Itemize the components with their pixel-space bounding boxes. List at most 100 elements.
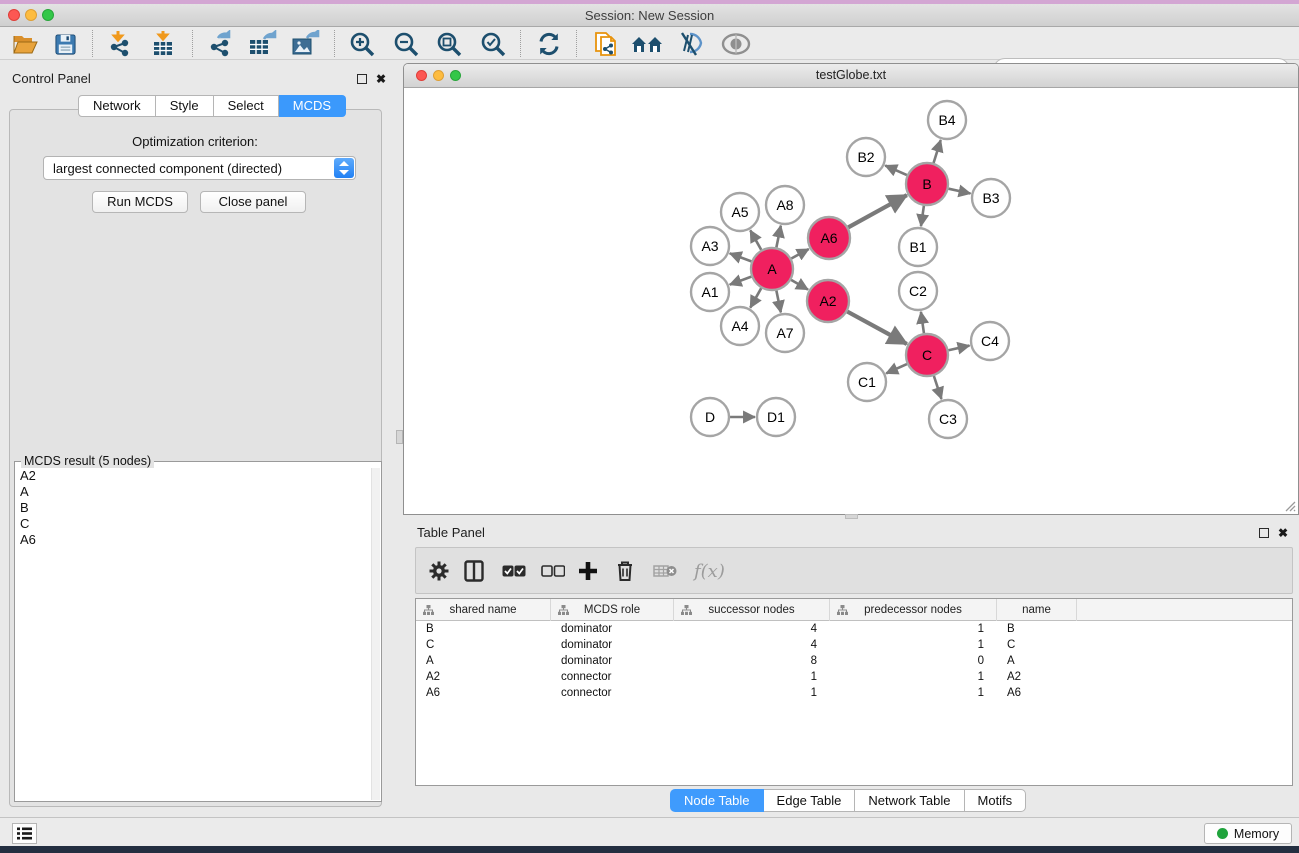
table-cell[interactable]: 8 — [674, 653, 830, 669]
table-cell[interactable]: dominator — [551, 653, 674, 669]
tab-node-table[interactable]: Node Table — [670, 789, 764, 812]
node-A[interactable]: A — [751, 248, 793, 290]
edge-B-B2[interactable] — [885, 165, 907, 175]
zoom-selected-icon[interactable] — [476, 30, 510, 58]
edge-B-B3[interactable] — [948, 189, 970, 194]
zoom-fit-icon[interactable] — [432, 30, 466, 58]
node-A8[interactable]: A8 — [766, 186, 804, 224]
table-cell[interactable]: A2 — [416, 669, 551, 685]
result-item[interactable]: A6 — [16, 532, 371, 548]
hide-annotations-icon[interactable] — [673, 30, 707, 58]
node-A2[interactable]: A2 — [807, 280, 849, 322]
tab-mcds[interactable]: MCDS — [279, 95, 346, 117]
edge-B-B4[interactable] — [934, 140, 941, 163]
table-cell[interactable]: 1 — [830, 685, 997, 701]
table-row[interactable]: Bdominator41B — [416, 621, 1292, 637]
tab-network[interactable]: Network — [78, 95, 156, 117]
node-A6[interactable]: A6 — [808, 217, 850, 259]
resize-grip-icon[interactable] — [1283, 499, 1296, 512]
edge-A2-C[interactable] — [847, 312, 906, 344]
delete-columns-icon[interactable] — [616, 557, 634, 585]
edge-A-A7[interactable] — [776, 291, 780, 313]
horizontal-splitter-handle[interactable] — [845, 514, 858, 519]
dropdown-stepper-icon[interactable] — [334, 158, 354, 178]
node-C4[interactable]: C4 — [971, 322, 1009, 360]
node-B4[interactable]: B4 — [928, 101, 966, 139]
control-panel-close-button[interactable]: ✖ — [376, 72, 386, 86]
zoom-out-icon[interactable] — [389, 30, 423, 58]
save-session-icon[interactable] — [48, 30, 82, 58]
node-B1[interactable]: B1 — [899, 228, 937, 266]
memory-button[interactable]: Memory — [1204, 823, 1292, 844]
table-cell[interactable]: 4 — [674, 621, 830, 637]
table-cell[interactable]: 4 — [674, 637, 830, 653]
edge-A-A8[interactable] — [776, 226, 780, 248]
tab-select[interactable]: Select — [214, 95, 279, 117]
column-header-shared-name[interactable]: shared name — [416, 599, 551, 621]
node-table[interactable]: shared nameMCDS rolesuccessor nodesprede… — [415, 598, 1293, 786]
table-panel-float-button[interactable] — [1259, 527, 1269, 541]
edge-B-B1[interactable] — [921, 206, 924, 226]
table-cell[interactable]: dominator — [551, 637, 674, 653]
run-mcds-button[interactable]: Run MCDS — [92, 191, 188, 213]
edge-A-A6[interactable] — [791, 249, 808, 259]
node-C2[interactable]: C2 — [899, 272, 937, 310]
export-table-icon[interactable] — [245, 30, 279, 58]
node-C3[interactable]: C3 — [929, 400, 967, 438]
export-image-icon[interactable] — [288, 30, 322, 58]
table-cell[interactable]: 0 — [830, 653, 997, 669]
result-item[interactable]: C — [16, 516, 371, 532]
column-header-MCDS-role[interactable]: MCDS role — [551, 599, 674, 621]
add-column-icon[interactable] — [578, 557, 598, 585]
unselect-all-columns-icon[interactable] — [541, 557, 565, 585]
table-cell[interactable]: 1 — [674, 669, 830, 685]
import-network-icon[interactable] — [103, 30, 137, 58]
function-builder-icon[interactable]: f(x) — [694, 557, 725, 585]
network-graph[interactable]: B4B2BB3A8A5A6A3B1AA1C2A2A4A7C4CC1C3DD1 — [404, 88, 1298, 514]
table-cell[interactable]: 1 — [830, 621, 997, 637]
result-item[interactable]: B — [16, 500, 371, 516]
open-file-icon[interactable] — [8, 30, 42, 58]
clone-network-icon[interactable] — [589, 30, 623, 58]
table-cell[interactable]: connector — [551, 685, 674, 701]
table-cell[interactable]: 1 — [674, 685, 830, 701]
table-cell[interactable]: dominator — [551, 621, 674, 637]
tab-edge-table[interactable]: Edge Table — [764, 789, 856, 812]
table-cell[interactable]: connector — [551, 669, 674, 685]
node-D[interactable]: D — [691, 398, 729, 436]
close-panel-button[interactable]: Close panel — [200, 191, 306, 213]
table-cell[interactable]: C — [997, 637, 1077, 653]
table-cell[interactable]: A2 — [997, 669, 1077, 685]
table-cell[interactable]: B — [416, 621, 551, 637]
table-cell[interactable]: 1 — [830, 637, 997, 653]
select-all-columns-icon[interactable] — [502, 557, 526, 585]
edge-C-C3[interactable] — [934, 376, 942, 399]
show-columns-icon[interactable] — [464, 557, 484, 585]
delete-table-icon[interactable] — [653, 557, 677, 585]
node-A7[interactable]: A7 — [766, 314, 804, 352]
column-header-name[interactable]: name — [997, 599, 1077, 621]
node-B2[interactable]: B2 — [847, 138, 885, 176]
node-A3[interactable]: A3 — [691, 227, 729, 265]
node-A5[interactable]: A5 — [721, 193, 759, 231]
edge-C-C2[interactable] — [921, 312, 924, 333]
table-row[interactable]: Adominator80A — [416, 653, 1292, 669]
node-B3[interactable]: B3 — [972, 179, 1010, 217]
table-cell[interactable]: A6 — [997, 685, 1077, 701]
table-options-gear-icon[interactable] — [428, 557, 450, 585]
node-A1[interactable]: A1 — [691, 273, 729, 311]
edge-A-A4[interactable] — [750, 288, 761, 308]
result-item[interactable]: A2 — [16, 468, 371, 484]
edge-A-A3[interactable] — [730, 253, 752, 261]
task-history-button[interactable] — [12, 823, 37, 844]
table-panel-close-button[interactable]: ✖ — [1278, 526, 1288, 540]
table-cell[interactable]: A6 — [416, 685, 551, 701]
show-graphics-details-icon[interactable] — [719, 30, 753, 58]
edge-C-C1[interactable] — [886, 364, 907, 373]
edge-C-C4[interactable] — [948, 346, 969, 351]
control-panel-float-button[interactable] — [357, 73, 367, 87]
tab-motifs[interactable]: Motifs — [965, 789, 1027, 812]
show-all-networks-icon[interactable] — [630, 30, 664, 58]
edge-A6-B[interactable] — [848, 195, 907, 227]
zoom-in-icon[interactable] — [345, 30, 379, 58]
